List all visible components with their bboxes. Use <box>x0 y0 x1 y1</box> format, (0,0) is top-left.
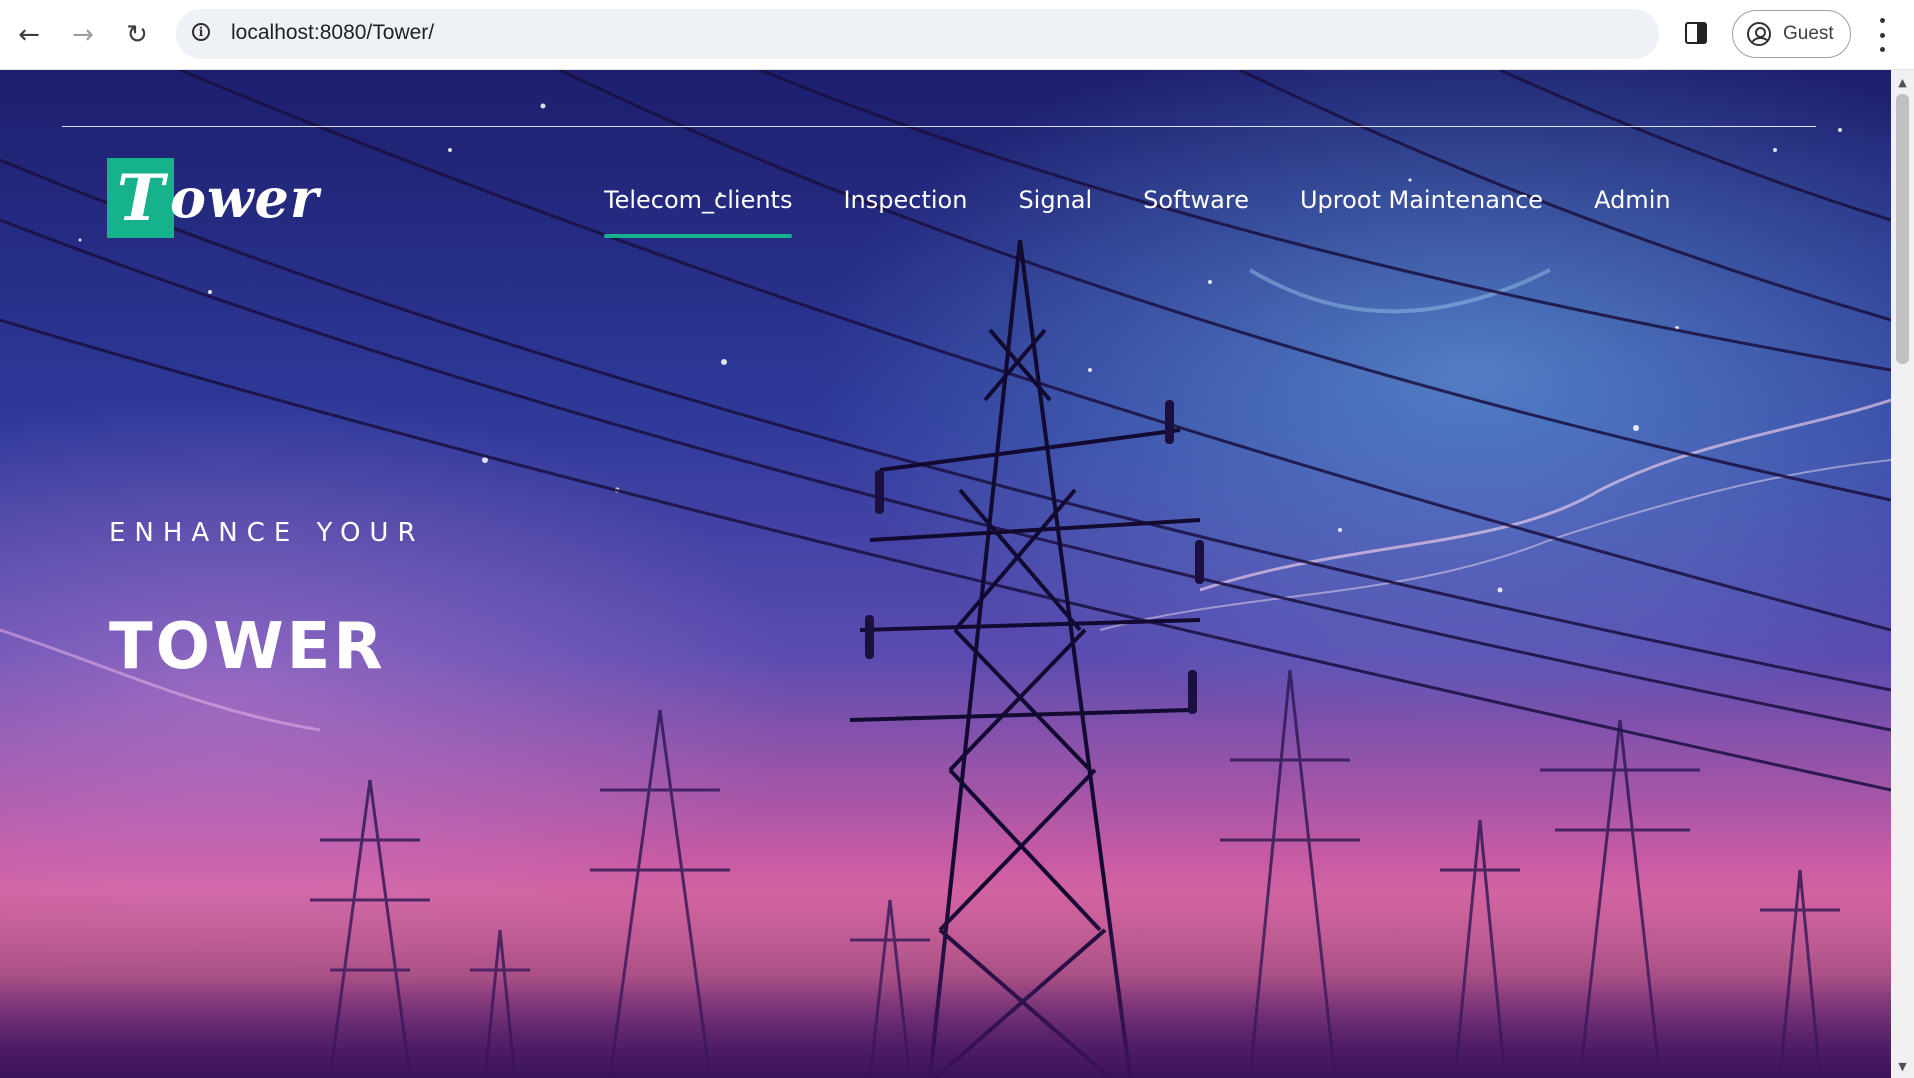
profile-button[interactable]: Guest <box>1732 10 1851 58</box>
page-scrollbar[interactable]: ▲ ▼ <box>1891 70 1914 1078</box>
hero-kicker: ENHANCE YOUR <box>109 518 425 548</box>
logo-initial-box: T <box>107 158 174 238</box>
back-button[interactable]: ← <box>14 13 44 57</box>
site-logo[interactable]: T ower <box>107 158 319 238</box>
back-arrow-icon: ← <box>18 20 40 50</box>
hero-headline: TOWER <box>109 610 386 684</box>
forward-button[interactable]: → <box>68 13 98 57</box>
nav-item-uproot-maintenance[interactable]: Uproot Maintenance <box>1300 186 1543 214</box>
scroll-thumb[interactable] <box>1896 94 1909 364</box>
main-navigation: Telecom_clients Inspection Signal Softwa… <box>604 186 1671 238</box>
profile-label: Guest <box>1783 23 1834 44</box>
side-panel-icon[interactable] <box>1685 22 1707 44</box>
nav-item-admin[interactable]: Admin <box>1594 186 1671 214</box>
address-bar[interactable]: i localhost:8080/Tower/ <box>176 9 1659 59</box>
forward-arrow-icon: → <box>72 20 94 50</box>
header-divider <box>62 126 1816 127</box>
page-viewport: T ower Telecom_clients Inspection Signal… <box>0 70 1891 1078</box>
url-text[interactable]: localhost:8080/Tower/ <box>231 21 434 45</box>
nav-item-inspection[interactable]: Inspection <box>843 186 967 214</box>
scroll-down-icon[interactable]: ▼ <box>1891 1056 1914 1076</box>
browser-toolbar: ← → ↻ i localhost:8080/Tower/ Guest <box>0 0 1914 70</box>
site-info-icon[interactable]: i <box>192 23 210 41</box>
scroll-up-icon[interactable]: ▲ <box>1891 72 1914 92</box>
nav-item-signal[interactable]: Signal <box>1018 186 1092 214</box>
account-icon <box>1747 22 1771 46</box>
reload-button[interactable]: ↻ <box>122 13 152 57</box>
nav-item-telecom-clients[interactable]: Telecom_clients <box>604 186 793 238</box>
browser-menu-icon[interactable] <box>1874 18 1890 52</box>
reload-icon: ↻ <box>126 20 148 50</box>
nav-item-software[interactable]: Software <box>1143 186 1249 214</box>
logo-text: ower <box>170 166 320 230</box>
